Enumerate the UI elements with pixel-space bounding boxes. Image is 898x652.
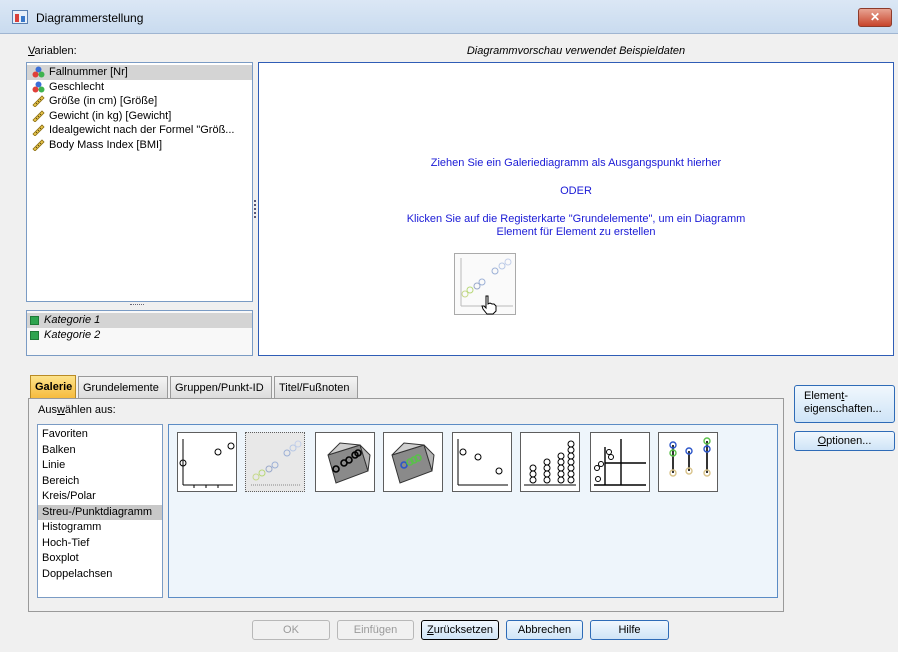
reset-button[interactable]: Zurücksetzen — [421, 620, 499, 640]
variable-item[interactable]: Idealgewicht nach der Formel "Größ... — [27, 123, 252, 138]
tab-4[interactable]: Titel/Fußnoten — [274, 376, 358, 398]
nominal-icon — [32, 66, 45, 78]
preview-instruction-2: Klicken Sie auf die Registerkarte "Grund… — [406, 213, 746, 225]
preview-or: ODER — [560, 185, 592, 197]
chart-type-item[interactable]: Kreis/Polar — [38, 489, 162, 505]
chart-type-item[interactable]: Linie — [38, 458, 162, 474]
drop-line-icon — [669, 437, 711, 477]
help-button[interactable]: Hilfe — [590, 620, 669, 640]
gallery-thumbnail-6[interactable] — [520, 432, 580, 492]
splitter-handle[interactable] — [130, 304, 144, 308]
variable-name: Fallnummer [Nr] — [49, 66, 128, 78]
ok-button[interactable]: OK — [252, 620, 330, 640]
variables-label: Variablen: — [28, 45, 77, 57]
preview-canvas[interactable]: Ziehen Sie ein Galeriediagramm als Ausga… — [258, 62, 894, 356]
options-button[interactable]: Optionen... — [794, 431, 895, 451]
gallery-thumbnail-2[interactable] — [245, 432, 305, 492]
category-item[interactable]: Kategorie 1 — [27, 313, 252, 328]
gallery-thumbnail-7[interactable] — [590, 432, 650, 492]
variable-name: Body Mass Index [BMI] — [49, 138, 163, 151]
summary-point-icon — [457, 439, 508, 486]
options-label: Optionen... — [817, 435, 872, 447]
category-swatch-icon — [30, 331, 39, 340]
preview-instruction-3: Element für Element zu erstellen — [496, 226, 656, 238]
gallery-thumbnail-5[interactable] — [452, 432, 512, 492]
preview-header: Diagrammvorschau verwendet Beispieldaten — [466, 45, 686, 57]
gallery-thumbnail-8[interactable] — [658, 432, 718, 492]
variable-name: Idealgewicht nach der Formel "Größ... — [49, 124, 235, 136]
gallery-thumbnail-3[interactable] — [315, 432, 375, 492]
chart-type-item[interactable]: Balken — [38, 443, 162, 459]
scale-ruler-icon — [32, 124, 45, 137]
scatterplot-matrix-icon — [594, 439, 646, 486]
scale-ruler-icon — [32, 109, 45, 123]
category-item[interactable]: Kategorie 2 — [27, 328, 252, 343]
category-swatch-icon — [30, 316, 39, 325]
scale-ruler-icon — [32, 138, 45, 152]
element-properties-label-1: Element- — [804, 390, 849, 402]
chart-type-item[interactable]: Doppelachsen — [38, 567, 162, 583]
3d-grouped-scatter-icon — [391, 442, 435, 484]
variable-item[interactable]: Fallnummer [Nr] — [27, 65, 252, 80]
category-name: Kategorie 1 — [44, 314, 101, 326]
gallery-thumbnail-4[interactable] — [383, 432, 443, 492]
dot-plot-icon — [524, 440, 576, 486]
variable-name: Geschlecht — [49, 80, 105, 93]
cancel-button[interactable]: Abbrechen — [506, 620, 583, 640]
tab-2[interactable]: Grundelemente — [78, 376, 168, 398]
chart-builder-icon — [12, 10, 28, 24]
preview-instruction-1: Ziehen Sie ein Galeriediagramm als Ausga… — [430, 157, 722, 169]
simple-scatter-icon — [179, 439, 235, 488]
grouped-scatter-icon — [251, 440, 302, 486]
element-properties-button[interactable]: Element- eigenschaften... — [794, 385, 895, 423]
element-properties-label-2: eigenschaften... — [804, 403, 882, 415]
chart-type-item[interactable]: Boxplot — [38, 551, 162, 567]
chart-type-item[interactable]: Bereich — [38, 474, 162, 490]
variable-name: Größe (in cm) [Größe] — [49, 95, 158, 107]
variable-item[interactable]: Gewicht (in kg) [Gewicht] — [27, 109, 252, 124]
chart-type-item[interactable]: Hoch-Tief — [38, 536, 162, 552]
variable-item[interactable]: Geschlecht — [27, 80, 252, 95]
3d-scatter-icon — [327, 442, 371, 484]
variable-item[interactable]: Größe (in cm) [Größe] — [27, 94, 252, 109]
categories-list[interactable]: Kategorie 1 Kategorie 2 — [26, 310, 253, 356]
hand-cursor-icon — [480, 295, 498, 315]
chart-type-item[interactable]: Favoriten — [38, 427, 162, 443]
close-button[interactable]: ✕ — [858, 8, 892, 27]
chart-type-list[interactable]: Favoriten Balken Linie Bereich Kreis/Polar St… — [37, 424, 163, 598]
choose-from-label: Auswählen aus: — [38, 404, 116, 416]
paste-button[interactable]: Einfügen — [337, 620, 414, 640]
chart-type-item[interactable]: Histogramm — [38, 520, 162, 536]
window-title: Diagrammerstellung — [36, 11, 144, 25]
tab-3[interactable]: Gruppen/Punkt-ID — [170, 376, 272, 398]
nominal-icon — [32, 81, 45, 93]
gallery-thumbnail-1[interactable] — [177, 432, 237, 492]
title-bar: Diagrammerstellung ✕ — [0, 0, 898, 34]
category-name: Kategorie 2 — [44, 329, 101, 341]
variables-list[interactable]: Fallnummer [Nr] Geschlecht Größe (in cm) [… — [26, 62, 253, 302]
variable-name: Gewicht (in kg) [Gewicht] — [49, 109, 172, 122]
variable-item[interactable]: Body Mass Index [BMI] — [27, 138, 252, 153]
scale-ruler-icon — [32, 95, 45, 108]
chart-type-item[interactable]: Streu-/Punktdiagramm — [38, 504, 162, 520]
tab-1[interactable]: Galerie — [30, 375, 76, 399]
